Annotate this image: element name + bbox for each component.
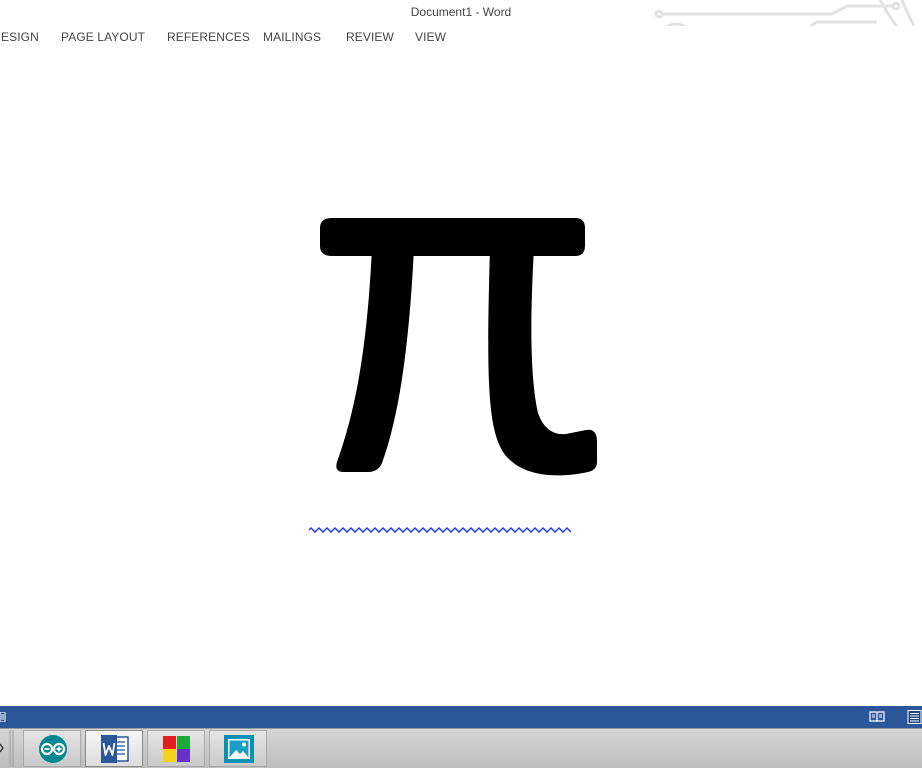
tab-review[interactable]: REVIEW xyxy=(346,30,394,44)
status-bar xyxy=(0,706,922,728)
ribbon-tab-bar: ESIGN PAGE LAYOUT REFERENCES MAILINGS RE… xyxy=(0,26,922,50)
taskbar xyxy=(0,728,922,768)
title-bar: Document1 - Word xyxy=(0,0,922,26)
document-canvas[interactable]: π xyxy=(0,50,922,706)
tab-page-layout[interactable]: PAGE LAYOUT xyxy=(61,30,145,44)
arduino-icon xyxy=(37,734,69,764)
taskbar-app-arduino[interactable] xyxy=(23,730,81,767)
word-window: Document1 - Word ESIGN PAGE LAYOUT REFER… xyxy=(0,0,922,768)
photo-viewer-icon xyxy=(223,734,255,764)
taskbar-edge-icon[interactable] xyxy=(0,730,14,767)
color-blocks-icon xyxy=(161,734,193,764)
taskbar-app-color-blocks[interactable] xyxy=(147,730,205,767)
tab-view[interactable]: VIEW xyxy=(415,30,446,44)
word-icon xyxy=(99,734,131,764)
tab-mailings[interactable]: MAILINGS xyxy=(263,30,321,44)
taskbar-app-photo-viewer[interactable] xyxy=(209,730,267,767)
taskbar-app-word[interactable] xyxy=(85,730,143,767)
read-mode-icon[interactable] xyxy=(869,710,885,724)
tab-references[interactable]: REFERENCES xyxy=(167,30,250,44)
print-layout-icon[interactable] xyxy=(906,710,922,724)
tab-design[interactable]: ESIGN xyxy=(1,30,39,44)
page-indicator-icon[interactable] xyxy=(0,712,6,722)
spellcheck-underline xyxy=(309,527,609,533)
pi-symbol[interactable]: π xyxy=(310,208,610,488)
